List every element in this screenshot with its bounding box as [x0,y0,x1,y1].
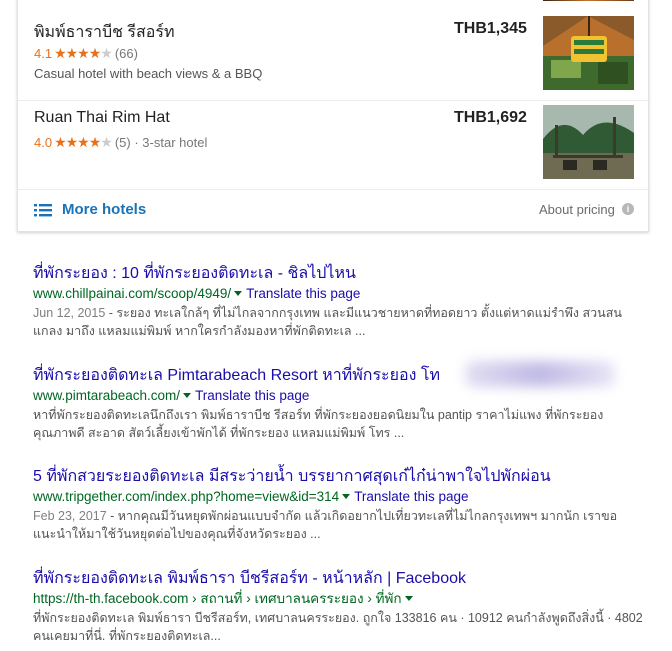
translate-link[interactable]: Translate this page [246,286,360,301]
card-footer: More hotels About pricing i [18,189,650,233]
result-title[interactable]: 5 ที่พักสวยระยองติดทะเล มีสระว่ายน้ำ บรร… [33,467,643,487]
previous-hotel-photo-edge [543,0,634,1]
hotel-rating: 4.0 ★★★★★ (5) · 3-star hotel [34,134,207,151]
result-snippet: ที่พักระยองติดทะเล พิมพ์ธารา บีชรีสอร์ท,… [33,611,643,643]
rating-value: 4.0 [34,135,53,150]
hotel-price[interactable]: THB1,345 [454,20,527,38]
about-pricing-link[interactable]: About pricing [539,202,615,217]
list-icon[interactable] [34,201,52,219]
rating-value: 4.1 [34,46,53,61]
search-result: ที่พักระยอง : 10 ที่พักระยองติดทะเล - ชิ… [33,264,643,340]
star-rating-icon: ★★★★★ [54,45,113,61]
review-count: (5) [114,135,131,150]
hotel-listing[interactable]: Ruan Thai Rim Hat 4.0 ★★★★★ (5) · 3-star h… [18,100,650,189]
result-title[interactable]: ที่พักระยอง : 10 ที่พักระยองติดทะเล - ชิ… [33,264,643,284]
blurred-region [465,361,615,387]
hotel-name[interactable]: Ruan Thai Rim Hat [34,109,170,127]
caret-down-icon[interactable] [183,392,192,398]
caret-down-icon[interactable] [342,493,351,499]
review-count: (66) [114,46,138,61]
result-date: Jun 12, 2015 [33,306,106,320]
hotels-card: พิมพ์ธาราบีช รีสอร์ท 4.1 ★★★★★ (66) Casual… [17,0,650,233]
search-result: ที่พักระยองติดทะเล พิมพ์ธารา บีชรีสอร์ท … [33,569,643,645]
hotel-listing[interactable]: พิมพ์ธาราบีช รีสอร์ท 4.1 ★★★★★ (66) Casual… [18,12,650,100]
translate-link[interactable]: Translate this page [354,489,468,504]
caret-down-icon[interactable] [404,595,413,601]
hotel-description: Casual hotel with beach views & a BBQ [34,66,263,81]
result-url: www.chillpainai.com/scoop/4949/Translate… [33,286,361,301]
search-result: 5 ที่พักสวยระยองติดทะเล มีสระว่ายน้ำ บรร… [33,467,643,543]
hotel-photo[interactable] [543,16,634,90]
hotel-photo[interactable] [543,105,634,179]
result-url: www.tripgether.com/index.php?home=view&i… [33,489,469,504]
caret-down-icon[interactable] [234,290,243,296]
more-hotels-link[interactable]: More hotels [62,201,146,218]
hotel-rating: 4.1 ★★★★★ (66) [34,45,138,62]
result-date: Feb 23, 2017 [33,509,107,523]
hotel-name[interactable]: พิมพ์ธาราบีช รีสอร์ท [34,20,175,45]
translate-link[interactable]: Translate this page [195,388,309,403]
hotel-price[interactable]: THB1,692 [454,109,527,127]
result-url: https://th-th.facebook.com › สถานที่ › เ… [33,589,643,608]
result-title[interactable]: ที่พักระยองติดทะเล พิมพ์ธารา บีชรีสอร์ท … [33,569,643,589]
result-snippet: Feb 23, 2017 - หากคุณมีวันหยุดพักผ่อนแบบ… [33,509,618,541]
result-snippet: หาที่พักระยองติดทะเลนึกถึงเรา พิมพ์ธาราบ… [33,408,604,440]
star-rating-icon: ★★★★★ [54,134,113,150]
hotel-class: · 3-star hotel [134,135,208,150]
result-url: www.pimtarabeach.com/Translate this page [33,388,310,403]
info-icon[interactable]: i [622,203,634,215]
result-snippet: Jun 12, 2015 - ระยอง ทะเลใกล้ๆ ที่ไม่ไกล… [33,306,622,338]
